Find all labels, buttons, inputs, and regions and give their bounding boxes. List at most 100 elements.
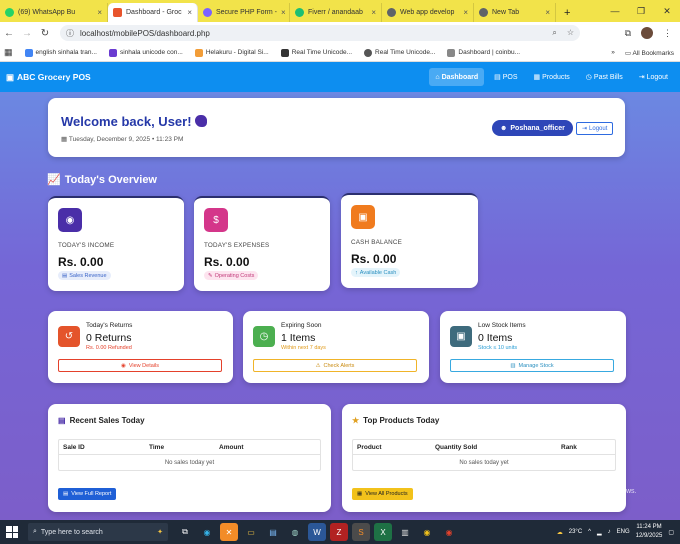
close-tab-icon[interactable]: × bbox=[183, 8, 192, 17]
google-icon bbox=[24, 48, 33, 57]
xampp-icon[interactable]: ✕ bbox=[220, 523, 238, 541]
taskbar-search[interactable]: ⌕ Type here to search ✦ bbox=[28, 523, 168, 541]
window-controls: — ❐ ✕ bbox=[602, 0, 680, 22]
nav-logout[interactable]: ⇥ Logout bbox=[633, 68, 674, 86]
box-icon: ▣ bbox=[450, 326, 472, 347]
browser-tab-web-app[interactable]: Web app develop × bbox=[382, 3, 474, 22]
bookmark-star-icon[interactable]: ☆ bbox=[567, 28, 574, 38]
forward-icon[interactable]: → bbox=[18, 28, 36, 39]
notification-icon[interactable]: ▢ bbox=[668, 529, 674, 536]
edge-icon[interactable]: ◉ bbox=[198, 523, 216, 541]
url-text: localhost/mobilePOS/dashboard.php bbox=[80, 28, 210, 38]
new-tab-button[interactable]: + bbox=[560, 3, 574, 22]
volume-icon[interactable]: ♪ bbox=[608, 529, 611, 535]
expenses-card: $ TODAY'S EXPENSES Rs. 0.00 ✎ Operating C… bbox=[194, 196, 330, 291]
notes-icon[interactable]: ▥ bbox=[396, 523, 414, 541]
view-details-button[interactable]: ◉ View Details bbox=[58, 359, 222, 372]
globe-icon bbox=[479, 8, 488, 17]
menu-icon[interactable]: ⋮ bbox=[663, 28, 672, 39]
taskbar-clock[interactable]: 11:24 PM 12/9/2025 bbox=[636, 523, 663, 541]
coins-icon: ◉ bbox=[58, 208, 82, 232]
logout-button[interactable]: ⇥ Logout bbox=[576, 122, 614, 135]
minimize-icon[interactable]: — bbox=[602, 6, 628, 16]
excel-icon[interactable]: X bbox=[374, 523, 392, 541]
current-datetime: ▦ Tuesday, December 9, 2025 • 11:23 PM bbox=[61, 136, 184, 143]
cash-badge: ↑ Available Cash bbox=[351, 268, 401, 277]
empty-row: No sales today yet bbox=[459, 459, 509, 466]
browser-tab-secure-php[interactable]: Secure PHP Form - × bbox=[198, 3, 290, 22]
back-icon[interactable]: ← bbox=[0, 28, 18, 39]
weather-icon[interactable]: ☁ bbox=[557, 529, 563, 536]
browser-tab-fiverr[interactable]: Fiverr / anandaab × bbox=[290, 3, 382, 22]
app-icon[interactable]: ◍ bbox=[286, 523, 304, 541]
restore-icon[interactable]: ❐ bbox=[628, 6, 654, 17]
filezilla-icon[interactable]: Z bbox=[330, 523, 348, 541]
chart-line-icon: 📈 bbox=[47, 174, 61, 186]
check-alerts-button[interactable]: ⚠ Check Alerts bbox=[253, 359, 417, 372]
address-bar[interactable]: ⓘ localhost/mobilePOS/dashboard.php ⌕ ☆ bbox=[60, 25, 580, 41]
task-view-icon[interactable]: ⧉ bbox=[176, 523, 194, 541]
close-tab-icon[interactable]: × bbox=[93, 8, 102, 17]
welcome-card: Welcome back, User! ▦ Tuesday, December … bbox=[48, 98, 625, 157]
windows-start-icon[interactable] bbox=[6, 526, 18, 538]
sublime-icon[interactable]: S bbox=[352, 523, 370, 541]
nav-past-bills[interactable]: ◷ Past Bills bbox=[580, 68, 629, 86]
expiring-card: ◷ Expiring Soon 1 Items Within next 7 da… bbox=[243, 311, 429, 383]
close-window-icon[interactable]: ✕ bbox=[654, 6, 680, 17]
all-bookmarks-folder[interactable]: ▭ All Bookmarks bbox=[625, 49, 674, 57]
close-tab-icon[interactable]: × bbox=[459, 8, 468, 17]
notepad-icon[interactable]: ▤ bbox=[264, 523, 282, 541]
report-icon: ▤ bbox=[63, 491, 69, 497]
income-badge: ▤ Sales Revenue bbox=[58, 271, 111, 280]
globe-icon bbox=[364, 48, 373, 57]
browser-tab-dashboard[interactable]: Dashboard - Groc × bbox=[108, 3, 198, 22]
nav-products[interactable]: ▦ Products bbox=[528, 68, 576, 86]
bookmark-item[interactable]: sinhala unicode con... bbox=[108, 48, 183, 57]
whatsapp-icon bbox=[5, 8, 14, 17]
brand[interactable]: ▣ ABC Grocery POS bbox=[6, 72, 91, 83]
profile-avatar[interactable] bbox=[641, 27, 653, 39]
search-icon[interactable]: ⌕ bbox=[552, 28, 556, 38]
bookmark-item[interactable]: Dashboard | coinbu... bbox=[447, 48, 520, 57]
bookmark-favicon-icon bbox=[280, 48, 289, 57]
bookmark-item[interactable]: Helakuru - Digital Si... bbox=[194, 48, 269, 57]
extensions-icon[interactable]: ⧉ bbox=[625, 28, 631, 39]
view-full-report-button[interactable]: ▤ View Full Report bbox=[58, 488, 117, 500]
empty-row: No sales today yet bbox=[164, 459, 215, 466]
user-badge[interactable]: ☻ Poshana_officer bbox=[492, 120, 573, 136]
close-tab-icon[interactable]: × bbox=[541, 8, 550, 17]
chrome-profile-icon[interactable]: ◉ bbox=[440, 523, 458, 541]
site-info-icon[interactable]: ⓘ bbox=[66, 28, 74, 39]
top-products-card: ★ Top Products Today Product Quantity Sol… bbox=[342, 404, 626, 512]
nav-dashboard[interactable]: ⌂ Dashboard bbox=[429, 68, 485, 86]
table-header: Sale ID Time Amount bbox=[59, 440, 320, 455]
nav-pos[interactable]: ▤ POS bbox=[488, 68, 523, 86]
bookmark-item[interactable]: english sinhala tran... bbox=[24, 48, 97, 57]
chevron-up-icon[interactable]: ^ bbox=[588, 529, 591, 535]
eye-icon: ◉ bbox=[121, 362, 126, 369]
view-all-products-button[interactable]: ▦ View All Products bbox=[352, 488, 413, 500]
arrow-up-icon: ↑ bbox=[355, 269, 358, 276]
history-icon: ◷ bbox=[585, 74, 592, 81]
file-explorer-icon[interactable]: ▭ bbox=[242, 523, 260, 541]
chrome-icon[interactable]: ◉ bbox=[418, 523, 436, 541]
receipt-icon: ▤ bbox=[494, 74, 501, 81]
word-icon[interactable]: W bbox=[308, 523, 326, 541]
browser-tab-strip: (69) WhatsApp Bu × Dashboard - Groc × Secu… bbox=[0, 0, 680, 22]
browser-tab-new[interactable]: New Tab × bbox=[474, 3, 556, 22]
browser-toolbar: ← → ↻ ⓘ localhost/mobilePOS/dashboard.ph… bbox=[0, 22, 680, 44]
chart-icon: ▤ bbox=[62, 272, 68, 279]
tools-icon: ✎ bbox=[208, 272, 213, 279]
low-stock-card: ▣ Low Stock Items 0 Items Stock ≤ 10 uni… bbox=[440, 311, 626, 383]
close-tab-icon[interactable]: × bbox=[367, 8, 376, 17]
network-icon[interactable]: ▂ bbox=[597, 529, 602, 536]
bookmark-item[interactable]: Real Time Unicode... bbox=[364, 48, 435, 57]
reload-icon[interactable]: ↻ bbox=[36, 28, 54, 39]
apps-icon[interactable]: ▦ bbox=[4, 47, 13, 58]
more-bookmarks-icon[interactable]: » bbox=[611, 49, 615, 56]
browser-tab-whatsapp[interactable]: (69) WhatsApp Bu × bbox=[0, 3, 108, 22]
box-icon: ▦ bbox=[357, 491, 363, 497]
bookmark-item[interactable]: Real Time Unicode... bbox=[280, 48, 352, 57]
manage-stock-button[interactable]: ▥ Manage Stock bbox=[450, 359, 614, 372]
close-tab-icon[interactable]: × bbox=[277, 8, 286, 17]
